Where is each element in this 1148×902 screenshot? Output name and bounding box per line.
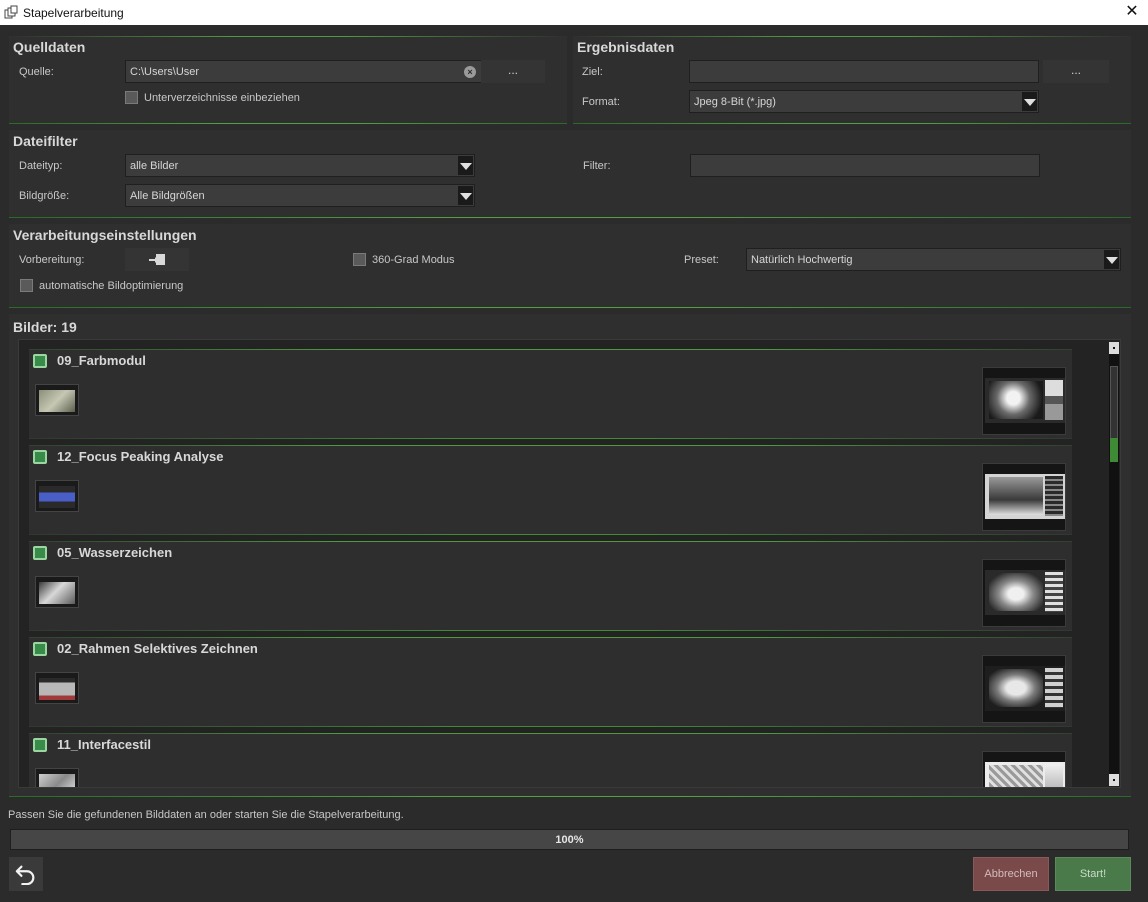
progress-text: 100% (555, 834, 584, 846)
import-icon (149, 254, 165, 265)
target-input[interactable] (689, 60, 1039, 83)
format-select-value: Jpeg 8-Bit (*.jpg) (694, 96, 776, 108)
preset-label: Preset: (684, 254, 719, 266)
size-select[interactable]: Alle Bildgrößen (125, 184, 475, 207)
app-icon (4, 5, 18, 19)
source-label: Quelle: (19, 66, 54, 78)
filter-label: Filter: (583, 160, 611, 172)
size-select-value: Alle Bildgrößen (130, 190, 205, 202)
chevron-down-icon (458, 186, 473, 205)
source-section-title: Quelldaten (13, 39, 86, 55)
format-select[interactable]: Jpeg 8-Bit (*.jpg) (689, 90, 1039, 113)
image-list[interactable]: 09_Farbmodul 12_Focus Peaking Analyse 05… (18, 339, 1121, 788)
source-section: Quelldaten Quelle: C:\Users\User × ... U… (9, 36, 567, 124)
clear-icon[interactable]: × (464, 66, 476, 78)
scroll-thumb-accent (1110, 438, 1118, 462)
auto-opt-checkbox[interactable] (20, 279, 33, 292)
list-item[interactable]: 12_Focus Peaking Analyse (29, 445, 1072, 535)
source-browse-button[interactable]: ... (481, 60, 545, 83)
item-thumbnail-small (35, 480, 79, 512)
mode360-checkbox[interactable] (353, 253, 366, 266)
filetype-select-value: alle Bilder (130, 160, 179, 172)
filter-section: Dateifilter Dateityp: alle Bilder Bildgr… (9, 130, 1131, 218)
item-thumbnail-small (35, 672, 79, 704)
chevron-down-icon (1022, 92, 1037, 111)
preset-select-value: Natürlich Hochwertig (751, 254, 853, 266)
item-thumbnail-small (35, 768, 79, 787)
filetype-select[interactable]: alle Bilder (125, 154, 475, 177)
mode360-label: 360-Grad Modus (372, 254, 455, 266)
result-section: Ergebnisdaten Ziel: ... Format: Jpeg 8-B… (573, 36, 1131, 124)
filter-section-title: Dateifilter (13, 133, 78, 149)
title-bar: Stapelverarbeitung ✕ (0, 0, 1148, 25)
progress-bar: 100% (10, 829, 1129, 850)
item-checkbox[interactable] (33, 450, 47, 464)
auto-opt-label: automatische Bildoptimierung (39, 280, 184, 292)
item-checkbox[interactable] (33, 642, 47, 656)
target-label: Ziel: (582, 66, 603, 78)
item-name: 11_Interfacestil (57, 737, 151, 752)
item-preview (982, 463, 1066, 531)
filter-input[interactable] (690, 154, 1040, 177)
item-preview (982, 367, 1066, 435)
scroll-up-button[interactable] (1109, 342, 1119, 354)
item-name: 12_Focus Peaking Analyse (57, 449, 224, 464)
item-preview (982, 655, 1066, 723)
subdirs-label: Unterverzeichnisse einbeziehen (144, 92, 300, 104)
source-input[interactable]: C:\Users\User × (125, 60, 483, 83)
list-scrollbar[interactable] (1109, 342, 1119, 786)
chevron-down-icon (1104, 250, 1119, 269)
size-label: Bildgröße: (19, 190, 70, 202)
window-title: Stapelverarbeitung (23, 6, 124, 20)
result-section-title: Ergebnisdaten (577, 39, 675, 55)
item-checkbox[interactable] (33, 738, 47, 752)
processing-section: Verarbeitungseinstellungen Vorbereitung:… (9, 224, 1131, 308)
chevron-down-icon (458, 156, 473, 175)
list-item[interactable]: 05_Wasserzeichen (29, 541, 1072, 631)
list-item[interactable]: 02_Rahmen Selektives Zeichnen (29, 637, 1072, 727)
item-thumbnail-small (35, 384, 79, 416)
item-preview (982, 559, 1066, 627)
processing-section-title: Verarbeitungseinstellungen (13, 227, 197, 243)
cancel-button[interactable]: Abbrechen (973, 857, 1049, 891)
preset-select[interactable]: Natürlich Hochwertig (746, 248, 1121, 271)
item-thumbnail-small (35, 576, 79, 608)
item-name: 02_Rahmen Selektives Zeichnen (57, 641, 258, 656)
item-name: 09_Farbmodul (57, 353, 146, 368)
source-input-value: C:\Users\User (130, 66, 200, 78)
undo-button[interactable] (9, 857, 43, 891)
close-icon[interactable]: ✕ (1122, 2, 1142, 22)
list-item[interactable]: 09_Farbmodul (29, 349, 1072, 439)
undo-icon (15, 865, 35, 885)
status-message: Passen Sie die gefundenen Bilddaten an o… (8, 809, 404, 821)
item-checkbox[interactable] (33, 546, 47, 560)
list-item[interactable]: 11_Interfacestil (29, 733, 1072, 787)
images-header: Bilder: 19 (13, 319, 77, 335)
prep-label: Vorbereitung: (19, 254, 85, 266)
start-button[interactable]: Start! (1055, 857, 1131, 891)
target-browse-button[interactable]: ... (1043, 60, 1109, 83)
scroll-down-button[interactable] (1109, 774, 1119, 786)
item-name: 05_Wasserzeichen (57, 545, 173, 560)
subdirs-checkbox[interactable] (125, 91, 138, 104)
filetype-label: Dateityp: (19, 160, 63, 172)
format-label: Format: (582, 96, 620, 108)
item-checkbox[interactable] (33, 354, 47, 368)
item-preview (982, 751, 1066, 787)
prep-button[interactable] (125, 248, 189, 271)
